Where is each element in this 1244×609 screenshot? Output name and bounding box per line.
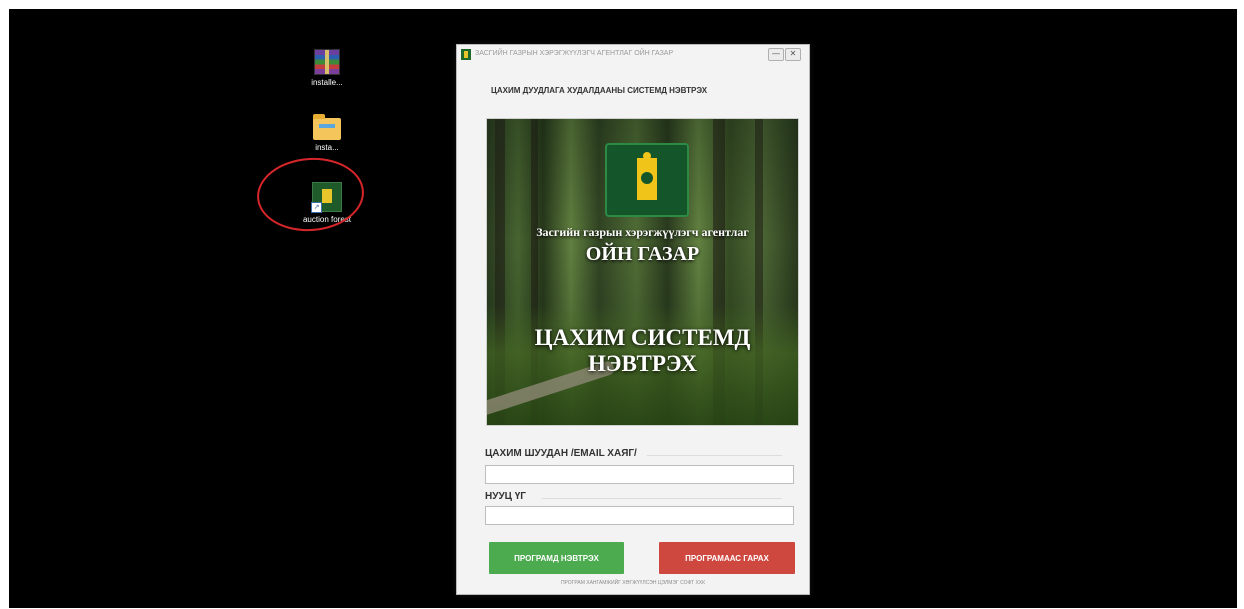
banner-title: ОЙН ГАЗАР — [585, 243, 700, 265]
email-field[interactable] — [485, 465, 794, 484]
close-button[interactable]: ✕ — [785, 48, 801, 61]
app-emblem-icon — [461, 49, 471, 60]
desktop-icon-installer-archive[interactable]: installe... — [292, 45, 362, 87]
exit-button[interactable]: ПРОГРАМААС ГАРАХ — [659, 542, 795, 574]
email-label-divider — [647, 455, 782, 456]
folder-icon — [313, 114, 341, 140]
desktop-icon-label: installe... — [311, 78, 343, 87]
soyombo-symbol — [637, 152, 657, 200]
window-titlebar[interactable]: ЗАСГИЙН ГАЗРЫН ХЭРЭГЖҮҮЛЭГЧ АГЕНТЛАГ ОЙН… — [457, 45, 809, 65]
desktop: installe... insta... ↗ auction forest ЗА… — [9, 9, 1237, 608]
login-button[interactable]: ПРОГРАМД НЭВТРЭХ — [489, 542, 624, 574]
password-label: НУУЦ ҮГ — [485, 491, 526, 502]
developer-footer: ПРОГРАМ ХАНГАМЖИЙГ ХӨГЖҮҮЛСЭН ЦЭЛМЭГ СОФ… — [560, 580, 706, 586]
login-window: ЗАСГИЙН ГАЗРЫН ХЭРЭГЖҮҮЛЭГЧ АГЕНТЛАГ ОЙН… — [456, 44, 810, 595]
desktop-icon-installer-folder[interactable]: insta... — [292, 110, 362, 152]
password-label-divider — [542, 498, 782, 499]
banner-tagline: ЦАХИМ СИСТЕМД НЭВТРЭХ — [487, 325, 798, 377]
minimize-button[interactable]: — — [768, 48, 784, 61]
window-header: ЦАХИМ ДУУДЛАГА ХУДАЛДААНЫ СИСТЕМД НЭВТРЭ… — [491, 86, 708, 95]
desktop-icon-label: insta... — [315, 143, 339, 152]
email-label: ЦАХИМ ШУУДАН /EMAIL ХАЯГ/ — [485, 448, 637, 459]
mongolian-soyombo-emblem-icon — [605, 143, 689, 217]
banner-subtitle: Засгийн газрын хэрэгжүүлэгч агентлаг — [536, 225, 749, 239]
password-field[interactable] — [485, 506, 794, 525]
banner-tagline-line1: ЦАХИМ СИСТЕМД — [534, 325, 751, 350]
window-title: ЗАСГИЙН ГАЗРЫН ХЭРЭГЖҮҮЛЭГЧ АГЕНТЛАГ ОЙН… — [475, 50, 674, 57]
forest-banner-image: Засгийн газрын хэрэгжүүлэгч агентлаг ОЙН… — [486, 118, 799, 426]
banner-tagline-line2: НЭВТРЭХ — [588, 351, 697, 376]
winrar-archive-icon — [314, 49, 340, 75]
